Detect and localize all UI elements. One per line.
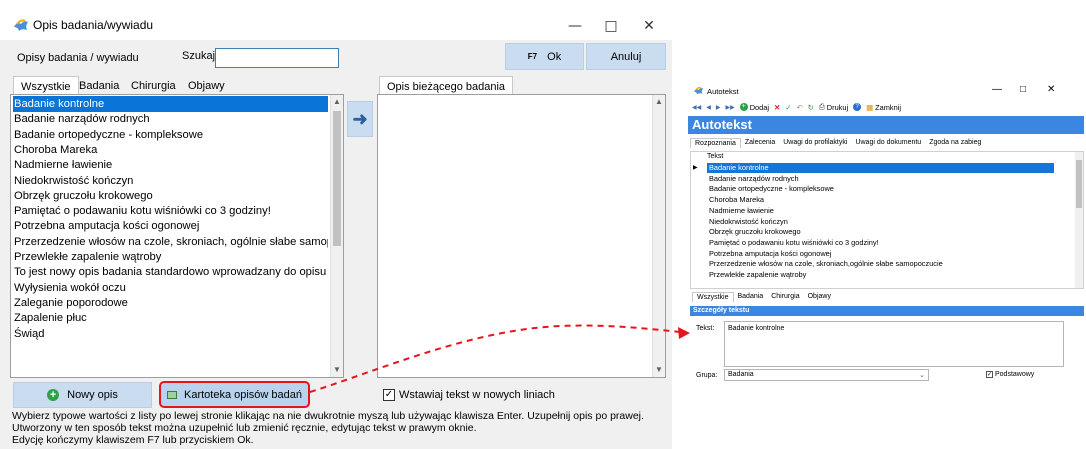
annotation-arrow <box>309 324 690 393</box>
